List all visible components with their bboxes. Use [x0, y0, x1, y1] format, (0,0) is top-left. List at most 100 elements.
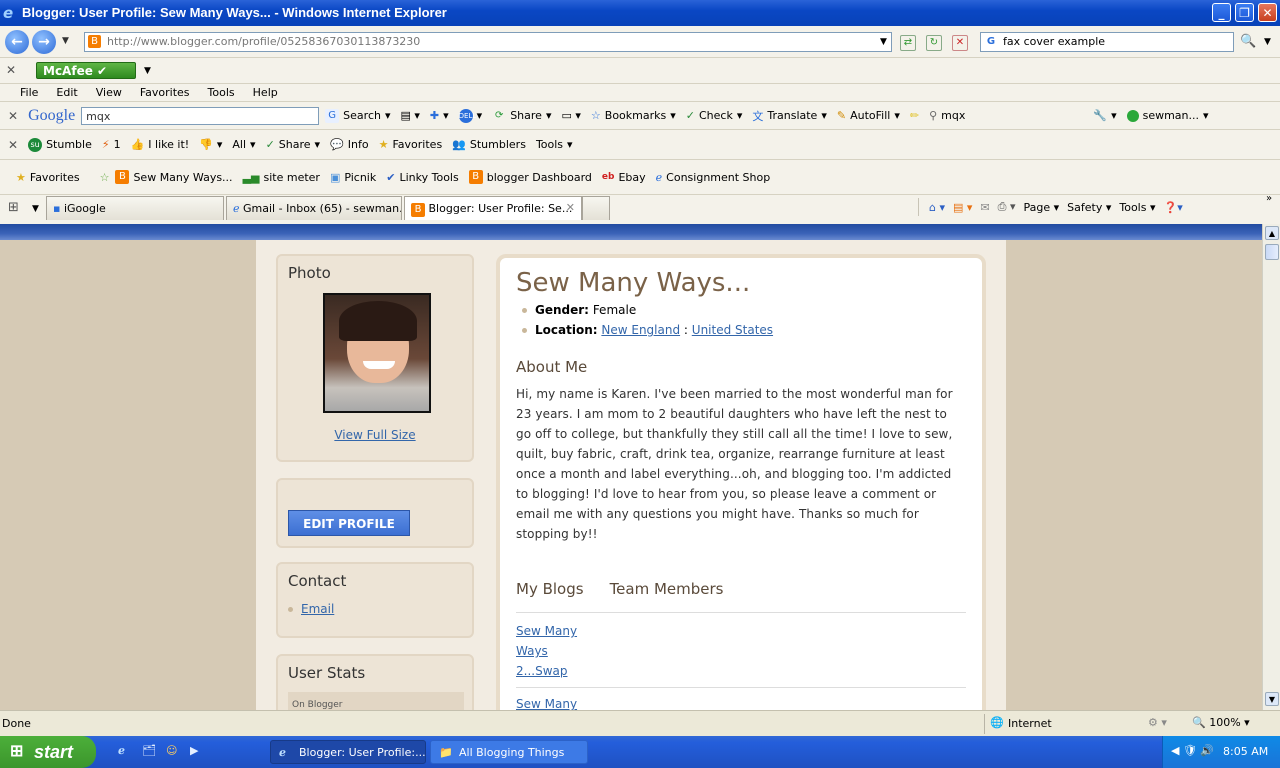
close-toolbar-icon[interactable]: ✕	[8, 138, 18, 152]
email-link[interactable]: Email	[301, 602, 334, 616]
address-input[interactable]: http://www.blogger.com/profile/052583670…	[84, 32, 892, 52]
menu-view[interactable]: View	[96, 86, 122, 99]
scrollbar-thumb[interactable]	[1265, 244, 1279, 260]
google-search-input[interactable]: mqx	[81, 106, 320, 125]
mcafee-dropdown-icon[interactable]: ▼	[144, 66, 151, 76]
stop-icon[interactable]: ✕	[952, 35, 968, 51]
settings-wrench-icon[interactable]: 🔧 ▾	[1093, 109, 1116, 122]
mqx-search-button[interactable]: ⚲ mqx	[929, 109, 965, 122]
menu-edit[interactable]: Edit	[56, 86, 77, 99]
start-button[interactable]: ⊞ start	[0, 736, 96, 768]
profile-photo[interactable]	[323, 293, 431, 413]
compatibility-icon[interactable]: ⇄	[900, 35, 916, 51]
thumbs-down-button[interactable]: 👎 ▾	[199, 138, 222, 151]
ie-quicklaunch-icon[interactable]: ℯ	[118, 744, 125, 757]
feeds-icon[interactable]: ▤ ▾	[953, 201, 972, 214]
forward-button[interactable]: →	[32, 30, 56, 54]
address-dropdown-icon[interactable]: ▼	[880, 37, 887, 47]
team-members-tab[interactable]: Team Members	[610, 580, 724, 598]
safety-menu[interactable]: Safety ▾	[1067, 201, 1111, 214]
scroll-down-icon[interactable]: ▼	[1265, 692, 1279, 706]
taskbar-item-ie[interactable]: ℯ Blogger: User Profile:...	[270, 740, 426, 764]
taskbar-item-folder[interactable]: 📁 All Blogging Things	[430, 740, 588, 764]
minimize-button[interactable]: _	[1212, 3, 1231, 22]
menu-tools[interactable]: Tools	[208, 86, 235, 99]
country-link[interactable]: United States	[692, 323, 773, 337]
close-tab-icon[interactable]: ✕	[566, 201, 575, 214]
menu-file[interactable]: File	[20, 86, 38, 99]
edit-profile-button[interactable]: EDIT PROFILE	[288, 510, 410, 536]
new-tab-button[interactable]	[582, 196, 610, 220]
scroll-up-icon[interactable]: ▲	[1265, 226, 1279, 240]
refresh-icon[interactable]: ↻	[926, 35, 942, 51]
explorer-quicklaunch-icon[interactable]: 🗂	[142, 744, 156, 757]
tools-dropdown[interactable]: Tools ▾	[536, 138, 573, 151]
translate-icon: 文	[752, 109, 764, 123]
info-button[interactable]: 💬 Info	[330, 138, 369, 151]
translate-button[interactable]: 文 Translate ▾	[752, 108, 826, 124]
share-button[interactable]: ✓ Share ▾	[266, 138, 321, 151]
help-icon[interactable]: ❓▾	[1164, 201, 1183, 214]
stumble-button[interactable]: su Stumble	[28, 137, 92, 152]
add-favorite-icon[interactable]: ☆	[100, 171, 110, 184]
my-blogs-tab[interactable]: My Blogs	[516, 580, 584, 598]
tab-blogger-profile[interactable]: B Blogger: User Profile: Se... ✕	[404, 196, 582, 220]
dell-icon[interactable]: DELL ▾	[458, 108, 482, 123]
favorites-button[interactable]: ★ Favorites	[16, 171, 80, 184]
region-link[interactable]: New England	[601, 323, 680, 337]
zoom-control[interactable]: 🔍 100% ▾	[1192, 716, 1250, 729]
home-icon[interactable]: ⌂ ▾	[929, 201, 945, 214]
add-button-icon[interactable]: ✚ ▾	[430, 109, 449, 122]
protected-mode-icon[interactable]: ⚙ ▾	[1148, 716, 1167, 729]
menu-favorites[interactable]: Favorites	[140, 86, 190, 99]
tools-menu[interactable]: Tools ▾	[1119, 201, 1155, 214]
print-icon[interactable]: ⎙ ▾	[998, 200, 1016, 214]
blog-link[interactable]: Sew Many Ways 2...Swap	[516, 624, 577, 678]
close-button[interactable]: ✕	[1258, 3, 1277, 22]
autofill-button[interactable]: ✎ AutoFill ▾	[837, 109, 900, 122]
highlight-icon[interactable]: ✏	[910, 109, 919, 122]
stumblers-button[interactable]: 👥 Stumblers	[452, 138, 526, 151]
notifications-button[interactable]: ⚡ 1	[102, 138, 121, 151]
sidewiki-icon[interactable]: ▭ ▾	[561, 109, 580, 122]
share-button[interactable]: ⟳ Share ▾	[492, 109, 551, 123]
media-player-quicklaunch-icon[interactable]: ▶	[190, 744, 198, 757]
google-search-button[interactable]: G Search ▾	[325, 108, 391, 123]
spellcheck-button[interactable]: ✓ Check ▾	[686, 109, 743, 122]
tab-igoogle[interactable]: ▪ iGoogle	[46, 196, 224, 220]
favorite-link[interactable]: ▣ Picnik	[330, 171, 376, 184]
mcafee-siteadvisor-button[interactable]: McAfee ✔	[36, 62, 136, 79]
vertical-scrollbar[interactable]: ▲ ▼	[1262, 224, 1280, 710]
close-toolbar-icon[interactable]: ✕	[6, 63, 16, 77]
page-icon[interactable]: ▤ ▾	[401, 109, 420, 122]
favorite-link[interactable]: Bblogger Dashboard	[468, 170, 592, 184]
favorite-link[interactable]: B Sew Many Ways...	[115, 170, 233, 184]
favorite-link[interactable]: eb Ebay	[602, 171, 646, 184]
favorite-link[interactable]: ▃▅ site meter	[243, 171, 320, 184]
search-options-dropdown-icon[interactable]: ▼	[1264, 37, 1271, 47]
all-dropdown[interactable]: All ▾	[232, 138, 255, 151]
favorite-link[interactable]: ℯ Consignment Shop	[656, 171, 771, 184]
menu-help[interactable]: Help	[253, 86, 278, 99]
blog-link[interactable]: Sew Many	[516, 697, 577, 710]
page-menu[interactable]: Page ▾	[1023, 201, 1059, 214]
view-full-size-link[interactable]: View Full Size	[278, 428, 472, 442]
read-mail-icon[interactable]: ✉	[980, 201, 989, 214]
tab-gmail[interactable]: ℯ Gmail - Inbox (65) - sewman...	[226, 196, 402, 220]
favorites-button[interactable]: ★ Favorites	[379, 138, 443, 151]
search-icon[interactable]: 🔍	[1240, 34, 1256, 49]
tab-list-dropdown-icon[interactable]: ▼	[32, 204, 39, 214]
quick-tabs-icon[interactable]: ⊞	[8, 200, 19, 215]
back-button[interactable]: ←	[5, 30, 29, 54]
i-like-it-button[interactable]: 👍 I like it!	[131, 138, 190, 151]
maximize-button[interactable]: ❐	[1235, 3, 1254, 22]
account-button[interactable]: sewman... ▾	[1126, 109, 1209, 122]
tray-icons[interactable]: ◀ 🛡 🔊	[1171, 744, 1214, 757]
messenger-quicklaunch-icon[interactable]: ☺	[166, 744, 177, 757]
search-input[interactable]: fax cover example	[980, 32, 1234, 52]
recent-pages-dropdown-icon[interactable]: ▼	[62, 36, 69, 46]
favorite-link[interactable]: ✔ Linky Tools	[386, 171, 458, 184]
bookmarks-button[interactable]: ☆ Bookmarks ▾	[591, 109, 676, 122]
chevron-right-icon[interactable]: »	[1266, 193, 1272, 204]
close-toolbar-icon[interactable]: ✕	[8, 109, 18, 123]
